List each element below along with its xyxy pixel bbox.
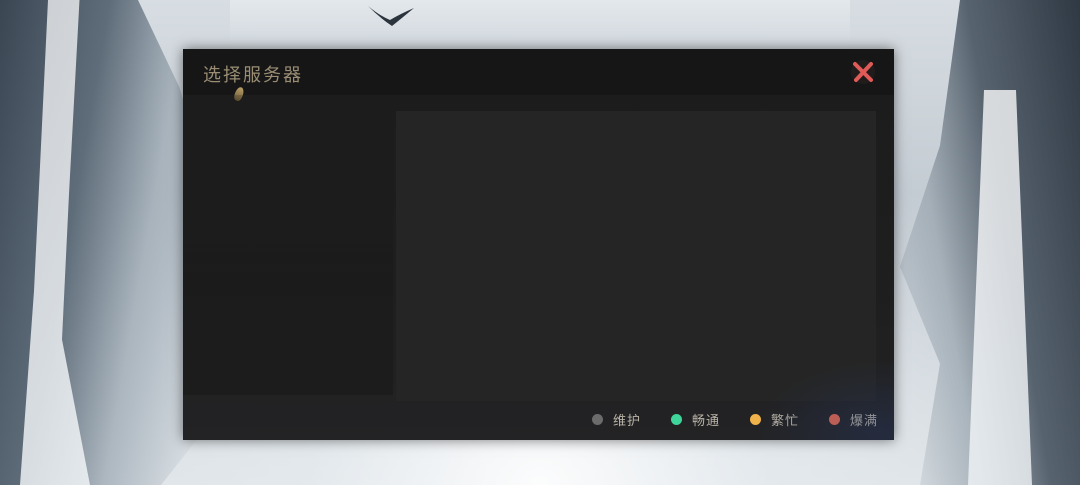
- server-group-list[interactable]: [183, 95, 393, 395]
- server-select-dialog: 选择服务器 维护 畅通 繁忙 爆满: [183, 49, 894, 440]
- legend-label: 畅通: [691, 413, 720, 429]
- legend-label: 维护: [612, 413, 641, 429]
- decorative-glow: [754, 360, 894, 440]
- close-x-icon[interactable]: [848, 58, 878, 86]
- legend-item-maintenance: 维护: [591, 410, 641, 429]
- dialog-title: 选择服务器: [203, 65, 303, 86]
- bird-icon: [368, 6, 414, 26]
- legend-item-smooth: 畅通: [670, 410, 720, 429]
- status-dot-icon: [670, 413, 682, 425]
- status-dot-icon: [591, 413, 603, 425]
- server-list-panel[interactable]: [396, 111, 876, 401]
- dialog-header: 选择服务器: [183, 49, 894, 102]
